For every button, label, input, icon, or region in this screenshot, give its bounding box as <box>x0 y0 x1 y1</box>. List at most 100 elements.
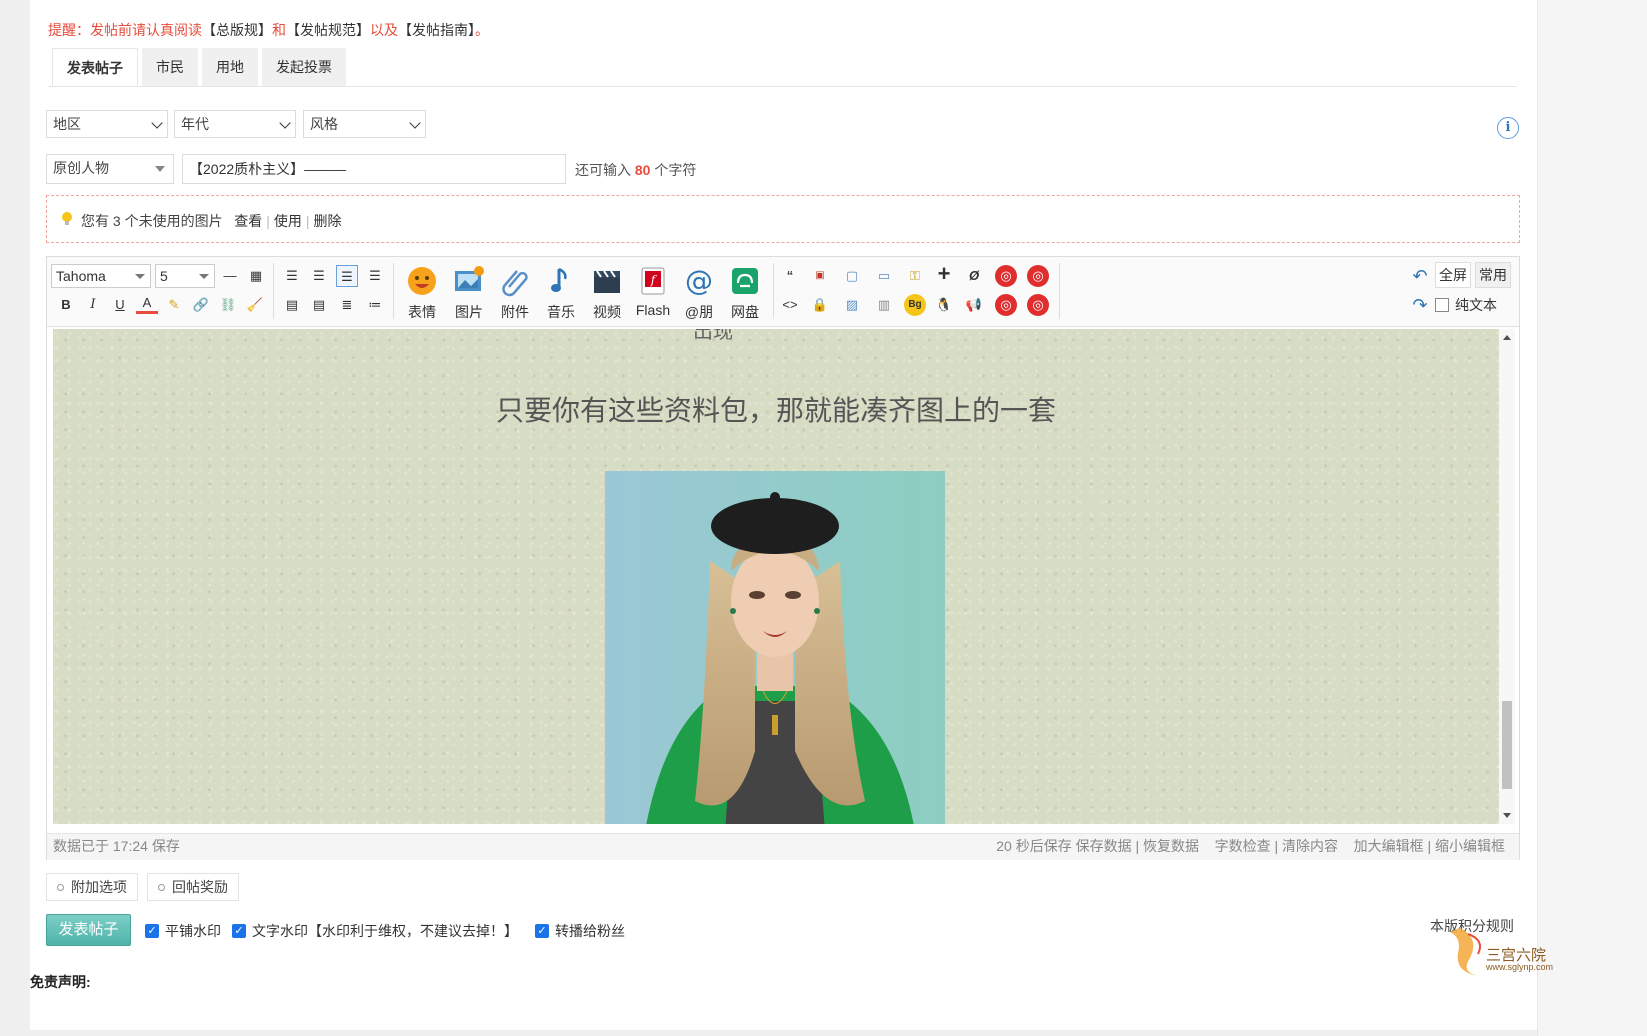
underline-icon[interactable]: U <box>109 294 131 316</box>
unlink-icon[interactable]: ⛓ <box>217 294 239 316</box>
video-button[interactable]: 视频 <box>585 265 629 323</box>
align-center-icon[interactable]: ☰ <box>336 265 358 287</box>
restore-data-link[interactable]: 恢复数据 <box>1143 838 1199 854</box>
style-select[interactable]: 风格 <box>303 110 426 138</box>
mention-button[interactable]: @ @朋 <box>677 264 721 323</box>
plus-icon[interactable]: + <box>933 263 955 285</box>
bg-icon[interactable]: Bg <box>904 294 926 316</box>
highlight-icon[interactable]: ✎ <box>163 294 185 316</box>
clipped-text: 出现 <box>693 329 733 343</box>
font-size-select[interactable]: 5 <box>155 264 215 288</box>
ordered-list-icon[interactable]: ≣ <box>336 294 358 316</box>
italic-icon[interactable]: I <box>82 294 104 316</box>
slash-icon[interactable]: Ø <box>963 265 985 287</box>
checkmark-icon[interactable]: ✓ <box>232 924 246 938</box>
lock-icon[interactable]: 🔒 <box>809 294 831 316</box>
toolbar-separator <box>393 263 394 319</box>
align-justify-icon[interactable]: ☰ <box>308 265 330 287</box>
title-input[interactable]: 【2022质朴主义】——— <box>182 154 566 184</box>
at-sign-icon: @ <box>685 264 713 297</box>
font-family-select[interactable]: Tahoma <box>51 264 151 288</box>
float-right-icon[interactable]: ▤ <box>308 294 330 316</box>
netease-music-icon-2[interactable]: ◎ <box>1027 265 1049 287</box>
scroll-thumb[interactable] <box>1502 701 1512 789</box>
tab-citizen[interactable]: 市民 <box>142 48 198 86</box>
gallery-icon[interactable]: ▨ <box>841 294 863 316</box>
era-select[interactable]: 年代 <box>174 110 296 138</box>
editor-toolbar: Tahoma 5 — ▦ B I U A ✎ 🔗 ⛓ 🧹 ☰ ☰ ☰ ☰ ▤ ▤… <box>47 257 1519 327</box>
netease-music-icon[interactable]: ◎ <box>995 265 1017 287</box>
scroll-up-icon[interactable] <box>1503 335 1511 340</box>
editor-scrollbar[interactable] <box>1499 329 1515 824</box>
common-button[interactable]: 常用 <box>1475 262 1511 288</box>
plain-text-toggle[interactable]: 纯文本 <box>1435 295 1497 315</box>
toolbar-separator <box>1059 263 1060 319</box>
shrink-editor-link[interactable]: 缩小编辑框 <box>1435 838 1505 854</box>
link-icon[interactable]: 🔗 <box>190 294 212 316</box>
tab-start-poll[interactable]: 发起投票 <box>262 48 346 86</box>
free-icon[interactable]: ▣ <box>809 265 831 287</box>
checkmark-icon[interactable]: ✓ <box>535 924 549 938</box>
align-left-icon[interactable]: ☰ <box>281 265 303 287</box>
extra-options-button[interactable]: 附加选项 <box>46 873 138 901</box>
general-rules-link[interactable]: 【总版规】 <box>202 22 272 38</box>
info-icon[interactable]: i <box>1497 117 1519 139</box>
redo-icon[interactable]: ↷ <box>1409 294 1431 316</box>
netease-music-icon-3[interactable]: ◎ <box>995 294 1017 316</box>
document-icon[interactable]: ▢ <box>841 265 863 287</box>
megaphone-icon[interactable]: 📢 <box>963 294 985 316</box>
posting-guide-link[interactable]: 【发帖指南】 <box>398 22 475 38</box>
autosave-countdown: 20 秒后保存 <box>996 838 1072 854</box>
text-watermark-checkbox[interactable]: ✓ 文字水印【水印利于维权，不建议去掉！】 <box>232 921 518 941</box>
forward-to-fans-checkbox[interactable]: ✓ 转播给粉丝 <box>535 921 625 941</box>
tab-land[interactable]: 用地 <box>202 48 258 86</box>
netease-music-icon-4[interactable]: ◎ <box>1027 294 1049 316</box>
word-check-link[interactable]: 字数检查 <box>1215 838 1271 854</box>
use-images-link[interactable]: 使用 <box>274 213 302 229</box>
clear-format-icon[interactable]: 🧹 <box>244 294 266 316</box>
page-break-icon[interactable]: ▭ <box>873 265 895 287</box>
category-select[interactable]: 原创人物 <box>46 154 174 184</box>
character-portrait-image[interactable] <box>605 471 945 824</box>
horizontal-rule-icon[interactable]: — <box>219 265 241 287</box>
reply-reward-button[interactable]: 回帖奖励 <box>147 873 239 901</box>
bold-icon[interactable]: B <box>55 294 77 316</box>
tab-new-post[interactable]: 发表帖子 <box>52 48 138 86</box>
chevron-down-icon <box>151 117 163 129</box>
quote-icon[interactable]: “ <box>779 265 801 287</box>
posting-rules-link[interactable]: 【发帖规范】 <box>286 22 370 38</box>
image-button[interactable]: 图片 <box>447 265 491 323</box>
float-left-icon[interactable]: ▤ <box>281 294 303 316</box>
emoji-button[interactable]: 表情 <box>400 265 444 323</box>
region-select[interactable]: 地区 <box>46 110 168 138</box>
checkmark-icon[interactable]: ✓ <box>145 924 159 938</box>
lightbulb-icon <box>62 212 72 225</box>
font-color-icon[interactable]: A <box>136 294 158 314</box>
columns-icon[interactable]: ▥ <box>873 294 895 316</box>
plain-text-checkbox[interactable] <box>1435 298 1449 312</box>
enlarge-editor-link[interactable]: 加大编辑框 <box>1354 838 1424 854</box>
view-images-link[interactable]: 查看 <box>234 213 262 229</box>
image-icon <box>455 266 484 291</box>
clear-content-link[interactable]: 清除内容 <box>1282 838 1338 854</box>
code-icon[interactable]: <> <box>779 294 801 316</box>
submit-post-button[interactable]: 发表帖子 <box>46 914 131 946</box>
save-data-link[interactable]: 保存数据 <box>1076 838 1132 854</box>
editor-content-area[interactable]: 出现 只要你有这些资料包，那就能凑齐图上的一套 <box>53 329 1499 824</box>
attachment-button[interactable]: 附件 <box>493 265 537 323</box>
svg-text:@: @ <box>685 265 713 297</box>
key-icon[interactable]: ⚿ <box>904 265 926 287</box>
align-right-icon[interactable]: ☰ <box>364 265 386 287</box>
bullet-list-icon[interactable]: ≔ <box>364 294 386 316</box>
delete-images-link[interactable]: 删除 <box>314 213 342 229</box>
fullscreen-button[interactable]: 全屏 <box>1435 262 1471 288</box>
netdisk-button[interactable]: 网盘 <box>723 265 767 323</box>
table-icon[interactable]: ▦ <box>245 265 267 287</box>
flash-button[interactable]: f Flash <box>631 265 675 323</box>
scroll-down-icon[interactable] <box>1503 813 1511 818</box>
tile-watermark-checkbox[interactable]: ✓ 平铺水印 <box>145 921 221 941</box>
undo-icon[interactable]: ↶ <box>1409 265 1431 287</box>
music-button[interactable]: 音乐 <box>539 265 583 323</box>
smiley-icon <box>408 267 436 295</box>
qq-icon[interactable]: 🐧 <box>933 294 955 316</box>
